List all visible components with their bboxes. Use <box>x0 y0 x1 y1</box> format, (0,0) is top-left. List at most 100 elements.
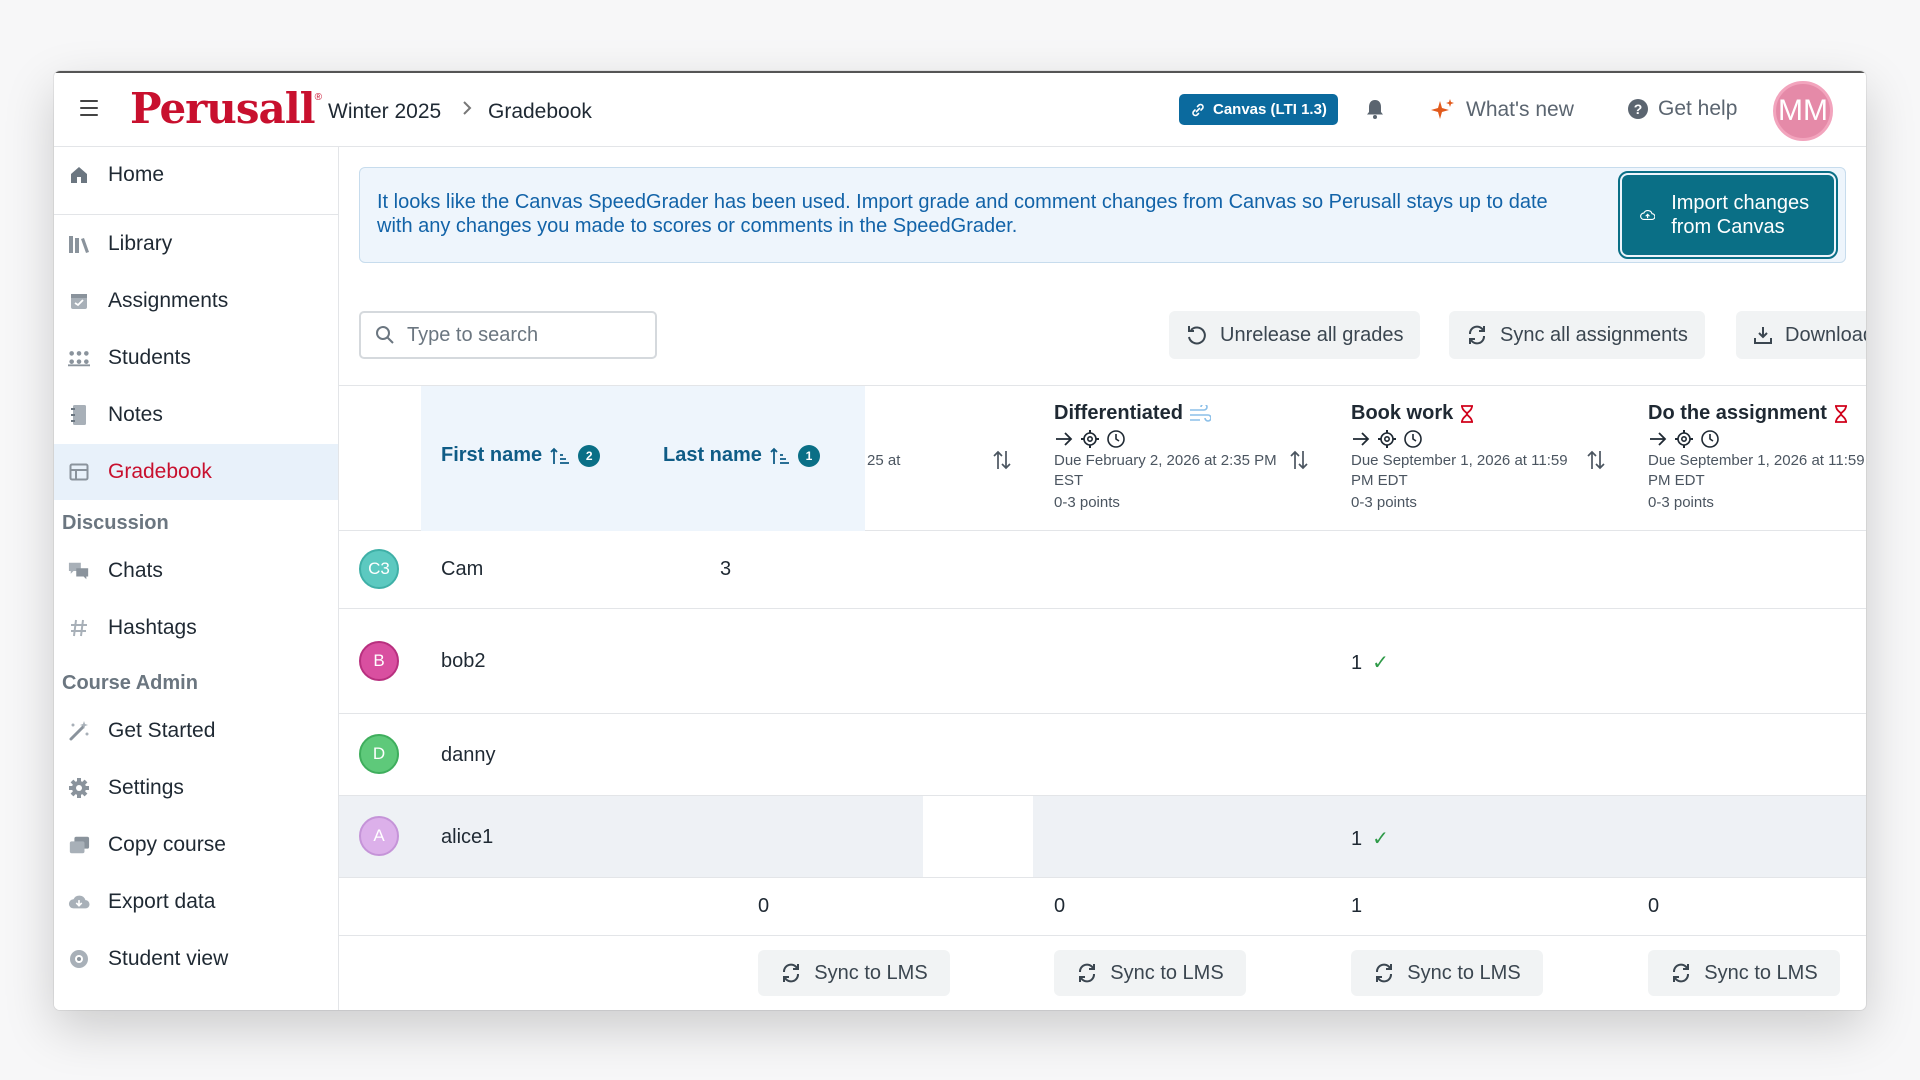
total-value: 0 <box>758 895 770 917</box>
sidebar-item-label: Home <box>108 163 165 186</box>
sidebar-item-label: Copy course <box>108 833 226 856</box>
first-name-cell: alice1 <box>441 826 494 848</box>
first-name-cell: bob2 <box>441 650 486 672</box>
search-icon <box>376 326 394 344</box>
sidebar-item-notes[interactable]: Notes <box>54 387 338 443</box>
whats-new-label: What's new <box>1466 98 1574 121</box>
lms-badge[interactable]: Canvas (LTI 1.3) <box>1179 94 1338 125</box>
sort-priority-badge: 2 <box>578 444 601 467</box>
sidebar-item-assignments[interactable]: Assignments <box>54 273 338 329</box>
assignment-column-header[interactable]: Book work Due September 1, 2026 at 11:59… <box>1351 402 1581 513</box>
download-icon <box>1754 327 1772 344</box>
user-avatar[interactable]: MM <box>1773 81 1833 141</box>
first-name-label: First name <box>441 444 543 466</box>
course-admin-heading: Course Admin <box>62 672 198 694</box>
table-row[interactable]: C3 Cam 3 <box>339 531 1866 609</box>
perusall-logo[interactable]: Perusall® <box>130 84 322 133</box>
assignment-points: 0-3 points <box>1351 494 1417 511</box>
grade-value: 1 <box>1351 828 1363 850</box>
arrow-right-icon <box>1353 432 1370 446</box>
sidebar-item-label: Notes <box>108 403 163 426</box>
clock-icon <box>1404 430 1422 448</box>
last-name-label: Last name <box>663 444 762 466</box>
sort-ascending-icon <box>550 447 570 464</box>
sort-toggle-icon[interactable] <box>992 449 1012 471</box>
import-changes-button[interactable]: Import changes from Canvas <box>1618 171 1838 259</box>
sync-to-lms-button[interactable]: Sync to LMS <box>1351 950 1543 996</box>
sidebar-item-label: Settings <box>108 776 184 799</box>
hashtag-icon <box>68 617 90 639</box>
assignment-due-date: Due September 1, 2026 at 11:59 PM EDT <box>1648 452 1865 489</box>
sidebar-item-library[interactable]: Library <box>54 216 338 272</box>
first-name-cell: Cam <box>441 558 484 580</box>
table-row[interactable]: B bob2 1 ✓ <box>339 609 1866 714</box>
search-box[interactable] <box>359 311 657 359</box>
sidebar-item-students[interactable]: Students <box>54 330 338 386</box>
link-icon <box>1192 103 1204 116</box>
assignment-title: Differentiated <box>1054 402 1183 424</box>
sidebar-item-copy-course[interactable]: Copy course <box>54 817 338 873</box>
student-avatar: C3 <box>359 549 399 589</box>
download-button[interactable]: Download <box>1736 311 1866 359</box>
first-name-column-header[interactable]: First name 2 <box>441 444 601 467</box>
sync-to-lms-label: Sync to LMS <box>1704 961 1818 984</box>
sidebar-item-label: Get Started <box>108 719 216 742</box>
assignment-column-header[interactable]: Do the assignment Due September 1, 2026 … <box>1648 402 1866 513</box>
undo-icon <box>1188 326 1206 345</box>
sidebar-item-settings[interactable]: Settings <box>54 760 338 816</box>
student-avatar: A <box>359 816 399 856</box>
sync-all-label: Sync all assignments <box>1500 323 1688 346</box>
sync-icon <box>1079 963 1096 983</box>
sync-to-lms-button[interactable]: Sync to LMS <box>758 950 950 996</box>
sort-toggle-icon[interactable] <box>1586 449 1606 471</box>
assignment-due-date: Due September 1, 2026 at 11:59 PM EDT <box>1351 452 1568 489</box>
assignment-title: Book work <box>1351 402 1454 424</box>
assignment-column-header[interactable]: Differentiated Due February 2, 2026 at 2… <box>1054 402 1284 513</box>
unrelease-grades-button[interactable]: Unrelease all grades <box>1169 311 1421 359</box>
sidebar-item-home[interactable]: Home <box>54 147 338 203</box>
sync-all-assignments-button[interactable]: Sync all assignments <box>1449 311 1705 359</box>
hamburger-menu-icon[interactable] <box>80 100 98 116</box>
search-input[interactable] <box>407 323 627 347</box>
assignment-points: 0-3 points <box>1054 494 1120 511</box>
grade-cell[interactable]: 1 ✓ <box>1351 826 1389 851</box>
bell-icon[interactable] <box>1364 98 1386 120</box>
sidebar-item-label: Export data <box>108 890 216 913</box>
grade-cell[interactable]: 1 ✓ <box>1351 650 1389 675</box>
main-content: It looks like the Canvas SpeedGrader has… <box>339 147 1866 1010</box>
sync-icon <box>1469 325 1485 345</box>
table-row[interactable]: A alice1 1 ✓ <box>339 796 1866 878</box>
student-avatar: B <box>359 641 399 681</box>
sidebar-item-gradebook[interactable]: Gradebook <box>54 444 338 500</box>
sidebar-item-export-data[interactable]: Export data <box>54 874 338 930</box>
banner-message: It looks like the Canvas SpeedGrader has… <box>377 191 1548 237</box>
sync-to-lms-button[interactable]: Sync to LMS <box>1054 950 1246 996</box>
breadcrumb-course[interactable]: Winter 2025 <box>328 100 441 124</box>
sync-to-lms-label: Sync to LMS <box>1407 961 1521 984</box>
notebook-icon <box>68 404 90 426</box>
sync-to-lms-button[interactable]: Sync to LMS <box>1648 950 1840 996</box>
eye-icon <box>68 948 90 970</box>
sidebar-item-get-started[interactable]: Get Started <box>54 703 338 759</box>
chat-icon <box>68 560 90 582</box>
sort-toggle-icon[interactable] <box>1289 449 1309 471</box>
cell-background <box>1033 796 1333 877</box>
sort-priority-badge: 1 <box>797 444 820 467</box>
clock-icon <box>1701 430 1719 448</box>
grade-value: 1 <box>1351 652 1363 674</box>
sidebar-item-student-view[interactable]: Student view <box>54 931 338 987</box>
download-label: Download <box>1785 323 1866 346</box>
first-name-cell: danny <box>441 744 496 766</box>
last-name-column-header[interactable]: Last name 1 <box>663 444 820 467</box>
sync-icon <box>1376 963 1393 983</box>
sidebar-item-chats[interactable]: Chats <box>54 543 338 599</box>
whats-new-link[interactable]: What's new <box>1430 97 1574 123</box>
sidebar-item-hashtags[interactable]: Hashtags <box>54 600 338 656</box>
app-window: Perusall® Winter 2025 Gradebook Canvas (… <box>54 71 1866 1010</box>
table-row[interactable]: D danny <box>339 714 1866 796</box>
gear-icon <box>1378 430 1396 448</box>
gear-icon <box>1675 430 1693 448</box>
get-help-link[interactable]: ? Get help <box>1628 97 1737 121</box>
wind-icon <box>1189 404 1211 422</box>
question-icon: ? <box>1628 99 1648 119</box>
